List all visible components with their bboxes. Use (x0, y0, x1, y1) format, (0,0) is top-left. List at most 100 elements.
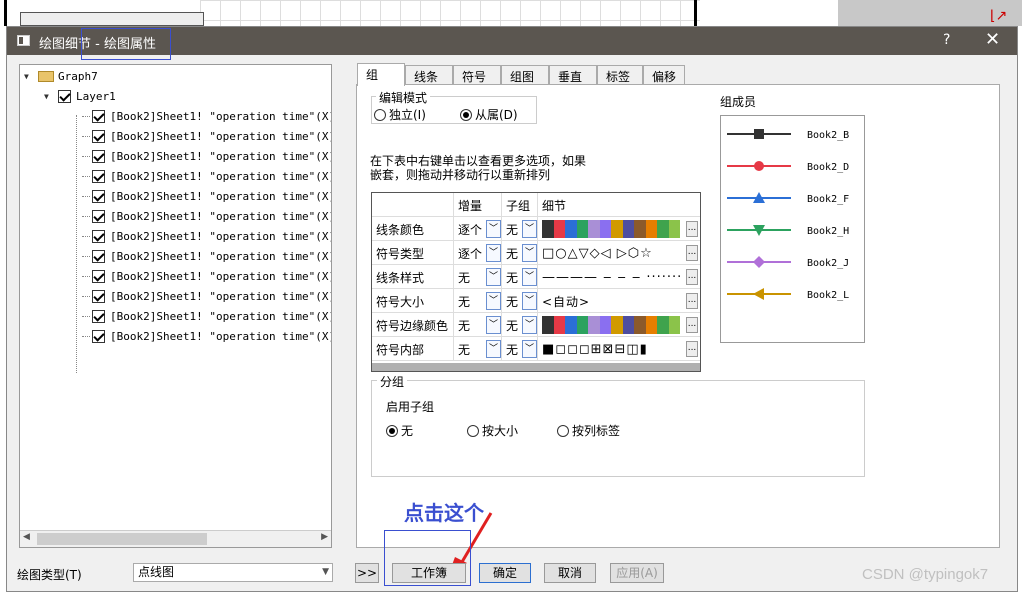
tree-item-plot[interactable]: [Book2]Sheet1! "operation time"(X), L( (82, 206, 331, 226)
checkbox-plot[interactable] (92, 169, 105, 183)
checkbox-plot[interactable] (92, 189, 105, 203)
radio-by-column-label[interactable]: 按列标签 (557, 422, 620, 439)
tree-item-plot[interactable]: [Book2]Sheet1! "operation time"(X), L( (82, 326, 331, 346)
increment-grid[interactable]: 增量 子组 细节 线条颜色 逐个 ﹀ 无 ﹀... 符号类型 逐个 ﹀ 无 ﹀ □○△▽◇◁ ▷⬡☆… (371, 192, 701, 372)
radio-independent[interactable]: 独立(I) (374, 106, 426, 123)
group-member-label: Book2_F (807, 194, 849, 205)
more-options-button[interactable]: ... (686, 269, 698, 285)
tree-connector (82, 155, 90, 157)
grid-detail-cell[interactable]: ■◻◻◻⊞⊠⊟◫▮ (538, 337, 686, 361)
checkbox-plot[interactable] (92, 329, 105, 343)
plot-tree[interactable]: ▼ Graph7 ▼ Layer1 [Book2]Sheet1! "operat… (19, 64, 332, 548)
apply-button[interactable]: 应用(A) (610, 563, 664, 583)
checkbox-plot[interactable] (92, 209, 105, 223)
chevron-down-icon[interactable]: ﹀ (486, 268, 501, 286)
tree-item-plot[interactable]: [Book2]Sheet1! "operation time"(X), D( (82, 246, 331, 266)
scroll-right-icon[interactable]: ▶ (321, 532, 328, 542)
chevron-down-icon[interactable]: ﹀ (522, 292, 537, 310)
checkbox-plot[interactable] (92, 229, 105, 243)
grid-row[interactable]: 符号类型 逐个 ﹀ 无 ﹀ □○△▽◇◁ ▷⬡☆... (372, 241, 700, 265)
radio-icon[interactable] (374, 108, 386, 121)
radio-icon[interactable] (460, 108, 472, 121)
plot-type-select[interactable]: 点线图 ▼ (133, 563, 333, 582)
scroll-left-icon[interactable]: ◀ (23, 532, 30, 542)
grid-detail-cell[interactable]: ———— ‒ ‒ ‒ ······· ‒·‒·‒ (538, 265, 686, 289)
tree-item-plot[interactable]: [Book2]Sheet1! "operation time"(X), F( (82, 146, 331, 166)
more-options-button[interactable]: ... (686, 341, 698, 357)
chevron-down-icon[interactable]: ﹀ (522, 340, 537, 358)
checkbox-layer[interactable] (58, 89, 71, 103)
chevron-down-icon: ▼ (322, 567, 329, 577)
chevron-down-icon[interactable]: ﹀ (486, 244, 501, 262)
collapse-icon[interactable]: ▼ (44, 92, 54, 101)
tree-item-plot[interactable]: [Book2]Sheet1! "operation time"(X), H( (82, 166, 331, 186)
chevron-down-icon[interactable]: ﹀ (486, 340, 501, 358)
close-button[interactable]: ✕ (985, 29, 1000, 50)
tree-item-label: [Book2]Sheet1! "operation time"(X), F( (110, 149, 331, 163)
tab-5[interactable]: 标签 (597, 65, 643, 85)
grid-row[interactable]: 符号内部无 ﹀ 无 ﹀ ■◻◻◻⊞⊠⊟◫▮... (372, 337, 700, 361)
help-button[interactable]: ? (943, 32, 950, 48)
grid-detail-cell[interactable]: <自动> (538, 289, 686, 313)
tree-item-label: [Book2]Sheet1! "operation time"(X), J( (110, 189, 331, 203)
tree-node-graph[interactable]: ▼ Graph7 (24, 66, 98, 86)
radio-icon[interactable] (467, 424, 479, 437)
tree-connector (82, 135, 90, 137)
grid-row[interactable]: 符号边缘颜色无 ﹀ 无 ﹀... (372, 313, 700, 337)
collapse-icon[interactable]: ▼ (24, 72, 34, 81)
tab-1[interactable]: 线条 (405, 65, 453, 85)
tree-node-layer[interactable]: ▼ Layer1 (44, 86, 116, 106)
group-members-label: 组成员 (720, 95, 757, 109)
cancel-button[interactable]: 取消 (544, 563, 596, 583)
color-swatch (553, 316, 565, 334)
grid-row[interactable]: 线条颜色 逐个 ﹀ 无 ﹀... (372, 217, 700, 241)
tree-item-plot[interactable]: [Book2]Sheet1! "operation time"(X), J( (82, 306, 331, 326)
scrollbar-thumb[interactable] (37, 533, 207, 545)
chevron-down-icon[interactable]: ﹀ (486, 316, 501, 334)
checkbox-plot[interactable] (92, 129, 105, 143)
checkbox-plot[interactable] (92, 269, 105, 283)
tree-item-plot[interactable]: [Book2]Sheet1! "operation time"(X), "Z (82, 226, 331, 246)
more-options-button[interactable]: ... (686, 221, 698, 237)
checkbox-plot[interactable] (92, 109, 105, 123)
checkbox-plot[interactable] (92, 309, 105, 323)
grid-detail-cell[interactable] (538, 313, 686, 337)
chevron-down-icon[interactable]: ﹀ (522, 316, 537, 334)
checkbox-plot[interactable] (92, 249, 105, 263)
tree-horizontal-scrollbar[interactable]: ◀ ▶ (20, 530, 331, 547)
chevron-down-icon[interactable]: ﹀ (522, 220, 537, 238)
chevron-down-icon[interactable]: ﹀ (486, 220, 501, 238)
tab-6[interactable]: 偏移 (643, 65, 685, 85)
tree-item-plot[interactable]: [Book2]Sheet1! "operation time"(X), "Z (82, 106, 331, 126)
more-options-button[interactable]: ... (686, 317, 698, 333)
grid-row-name: 符号类型 (372, 241, 454, 265)
tab-4[interactable]: 垂直线 (549, 65, 597, 101)
chevron-down-icon[interactable]: ﹀ (522, 244, 537, 262)
tab-3[interactable]: 组图 (501, 65, 549, 85)
tab-2[interactable]: 符号 (453, 65, 501, 85)
tree-item-plot[interactable]: [Book2]Sheet1! "operation time"(X), F( (82, 266, 331, 286)
grid-detail-cell[interactable] (538, 217, 686, 241)
tree-connector (82, 295, 90, 297)
checkbox-plot[interactable] (92, 149, 105, 163)
tab-0[interactable]: 组 (357, 63, 405, 86)
tree-item-plot[interactable]: [Book2]Sheet1! "operation time"(X), D( (82, 126, 331, 146)
grid-detail-cell[interactable]: □○△▽◇◁ ▷⬡☆ (538, 241, 686, 265)
more-options-button[interactable]: ... (686, 293, 698, 309)
tree-item-plot[interactable]: [Book2]Sheet1! "operation time"(X), H( (82, 286, 331, 306)
radio-icon[interactable] (386, 424, 398, 437)
tree-item-label: [Book2]Sheet1! "operation time"(X), "Z (110, 109, 331, 123)
tree-item-plot[interactable]: [Book2]Sheet1! "operation time"(X), J( (82, 186, 331, 206)
radio-dependent[interactable]: 从属(D) (460, 106, 518, 123)
expand-button[interactable]: >> (355, 563, 379, 583)
grid-row[interactable]: 线条样式无﹀无﹀———— ‒ ‒ ‒ ······· ‒·‒·‒... (372, 265, 700, 289)
radio-subgroup-none[interactable]: 无 (386, 422, 413, 439)
checkbox-plot[interactable] (92, 289, 105, 303)
radio-by-size[interactable]: 按大小 (467, 422, 518, 439)
chevron-down-icon[interactable]: ﹀ (522, 268, 537, 286)
ok-button[interactable]: 确定 (479, 563, 531, 583)
grid-row[interactable]: 符号大小无 ﹀ 无 ﹀ <自动>... (372, 289, 700, 313)
chevron-down-icon[interactable]: ﹀ (486, 292, 501, 310)
more-options-button[interactable]: ... (686, 245, 698, 261)
radio-icon[interactable] (557, 424, 569, 437)
